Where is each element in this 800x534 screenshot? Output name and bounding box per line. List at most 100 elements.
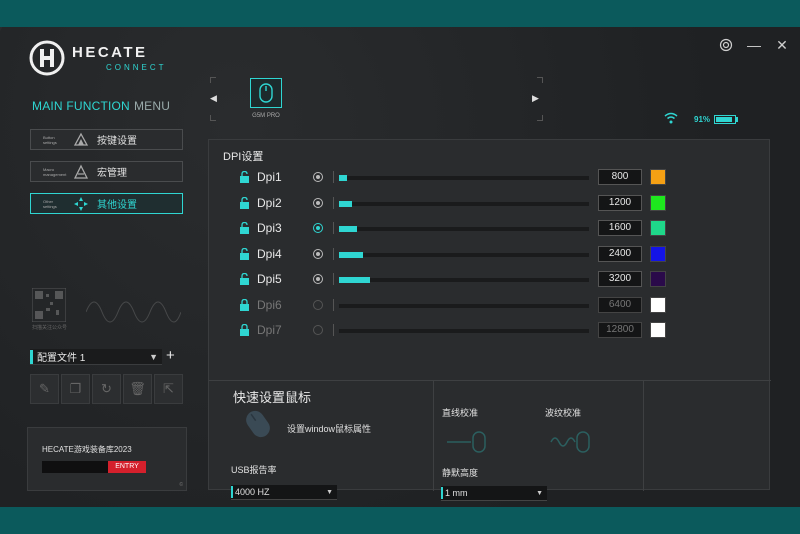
dpi-row: Dpi4 2400 [209, 245, 771, 265]
dpi-color-swatch[interactable] [650, 245, 666, 262]
windows-mouse-settings-link[interactable]: 设置window鼠标属性 [287, 422, 371, 435]
dpi-color-swatch[interactable] [650, 271, 666, 287]
sidebar-title-menu: MENU [133, 99, 171, 113]
select-accent [441, 487, 443, 499]
sidebar-item-small-label: Other settings [43, 198, 57, 209]
promo-card: HECATE游戏装备库2023 ENTRY © [27, 427, 187, 491]
sidebar-item-small-label: Macro management [43, 166, 67, 177]
dpi-select-radio[interactable] [313, 299, 323, 310]
lock-icon[interactable] [239, 298, 250, 311]
device-next-button[interactable]: ▶ [532, 93, 539, 104]
dpi-slider[interactable] [339, 277, 589, 283]
sidebar-item-button-settings[interactable]: Button settings 按键设置 [30, 129, 183, 150]
dpi-value-input[interactable]: 800 [598, 169, 642, 185]
button-settings-icon [73, 132, 89, 146]
device-card[interactable] [250, 78, 282, 108]
chevron-down-icon: ▼ [326, 488, 333, 496]
dpi-slider[interactable] [339, 251, 589, 258]
dpi-slider-fill [339, 251, 363, 258]
gear-icon[interactable] [718, 37, 734, 53]
dpi-color-swatch[interactable] [650, 169, 666, 185]
copy-icon[interactable]: ❐ [61, 374, 90, 404]
app-window: HECATE CONNECT — ✕ MAIN FUNCTION MENU But… [0, 27, 800, 507]
windows-mouse-icon[interactable] [239, 408, 277, 440]
dpi-name: Dpi3 [257, 221, 282, 235]
profile-accent [30, 349, 33, 364]
dpi-separator [333, 222, 334, 234]
close-icon[interactable]: ✕ [774, 37, 790, 53]
lift-off-select[interactable]: 1 mm ▼ [441, 486, 547, 501]
dpi-select-radio[interactable] [313, 248, 323, 259]
dpi-separator [333, 171, 334, 183]
dpi-value-input[interactable]: 2400 [598, 245, 642, 262]
dpi-name: Dpi5 [257, 272, 282, 286]
dpi-name: Dpi1 [257, 170, 282, 184]
battery-percent: 91% [694, 115, 711, 124]
dpi-name: Dpi6 [257, 297, 282, 312]
promo-bar [42, 461, 108, 473]
export-icon[interactable]: ⇱ [154, 374, 183, 404]
dpi-select-radio[interactable] [313, 325, 323, 335]
lock-icon[interactable] [239, 324, 250, 336]
straight-calibration-icon[interactable] [445, 428, 491, 456]
unlock-icon[interactable] [239, 222, 250, 234]
profile-toolbar: ✎ ❐ ↻ 🗑 ⇱ [30, 374, 183, 404]
dpi-color-swatch[interactable] [650, 220, 666, 236]
dpi-slider[interactable] [339, 175, 589, 181]
dpi-color-swatch[interactable] [650, 296, 666, 313]
section-divider [209, 380, 771, 381]
dpi-value-input[interactable]: 6400 [598, 296, 642, 313]
sidebar-item-other-settings[interactable]: Other settings 其他设置 [30, 193, 183, 214]
dpi-select-radio[interactable] [313, 172, 323, 182]
unlock-icon[interactable] [239, 196, 250, 209]
dpi-row: Dpi2 1200 [209, 194, 771, 214]
ripple-calibration-icon[interactable] [549, 428, 595, 456]
dpi-row: Dpi7 12800 [209, 321, 771, 341]
dpi-slider-fill [339, 200, 352, 207]
dpi-color-swatch[interactable] [650, 322, 666, 338]
battery-icon [714, 115, 736, 124]
ripple-calibration-label: 波纹校准 [545, 408, 582, 418]
sidebar-title-main: MAIN FUNCTION [32, 99, 130, 113]
promo-title: HECATE游戏装备库2023 [42, 445, 132, 454]
device-frame-corner [210, 115, 216, 121]
dpi-value-input[interactable]: 3200 [598, 271, 642, 287]
lift-off-label: 静默高度 [442, 468, 479, 478]
unlock-icon[interactable] [239, 171, 250, 183]
lift-off-value: 1 mm [445, 488, 468, 498]
dpi-name: Dpi4 [257, 246, 282, 261]
dpi-slider[interactable] [339, 200, 589, 207]
dpi-slider[interactable] [339, 303, 589, 308]
usb-rate-select[interactable]: 4000 HZ ▼ [231, 485, 337, 500]
dpi-slider[interactable] [339, 226, 589, 232]
dpi-row: Dpi3 1600 [209, 219, 771, 239]
dpi-row: Dpi5 3200 [209, 270, 771, 290]
dpi-select-radio[interactable] [313, 274, 323, 284]
add-profile-button[interactable]: + [166, 347, 175, 364]
dpi-value-input[interactable]: 1200 [598, 194, 642, 211]
sidebar-item-macro[interactable]: Macro management 宏管理 [30, 161, 183, 182]
dpi-separator [333, 196, 334, 209]
entry-button[interactable]: ENTRY [108, 461, 146, 473]
usb-rate-label: USB报告率 [231, 465, 277, 475]
dpi-value-input[interactable]: 1600 [598, 220, 642, 236]
dpi-panel: DPI设置 Dpi1 800 Dpi2 1200 Dpi3 1600 Dpi4 2400 Dpi… [208, 139, 771, 501]
profile-select[interactable]: 配置文件 1 ▼ [30, 349, 162, 365]
unlock-icon[interactable] [239, 273, 250, 285]
device-prev-button[interactable]: ◀ [210, 93, 217, 104]
dpi-value-input[interactable]: 12800 [598, 322, 642, 338]
delete-icon[interactable]: 🗑 [123, 374, 152, 404]
dpi-select-radio[interactable] [313, 223, 323, 233]
dpi-separator [333, 298, 334, 311]
unlock-icon[interactable] [239, 247, 250, 260]
brand-name: HECATE [72, 44, 148, 61]
edit-icon[interactable]: ✎ [30, 374, 59, 404]
dpi-select-radio[interactable] [313, 197, 323, 208]
dpi-color-swatch[interactable] [650, 194, 666, 211]
minimize-icon[interactable]: — [746, 37, 762, 53]
reset-icon[interactable]: ↻ [92, 374, 121, 404]
dpi-slider[interactable] [339, 329, 589, 333]
column-divider [433, 381, 434, 491]
quick-settings-title: 快速设置鼠标 [233, 390, 312, 405]
top-background [0, 0, 800, 27]
